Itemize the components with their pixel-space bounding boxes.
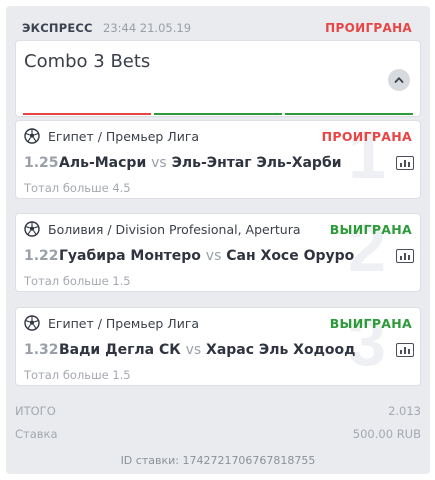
bet-type: ЭКСПРЕСС	[22, 21, 93, 35]
stake-label: Ставка	[15, 427, 58, 441]
leg-status: ВЫИГРАНА	[329, 222, 412, 237]
leg-progress	[23, 113, 413, 116]
stats-icon[interactable]	[396, 249, 414, 263]
stats-icon[interactable]	[396, 343, 414, 357]
collapse-button[interactable]	[388, 69, 410, 91]
market-name: Тотал больше 1.5	[24, 368, 131, 382]
stake-value: 500.00 RUB	[352, 427, 421, 441]
league-name: Египет / Премьер Лига	[48, 316, 200, 331]
leg-odds: 1.32	[24, 342, 59, 358]
vs-label: vs	[205, 248, 222, 264]
match-teams: Вади Дегла СК vs Харас Эль Ходоод	[59, 342, 355, 358]
bet-leg: 3 Египет / Премьер Лига ВЫИГРАНА 1.32 Ва…	[15, 307, 421, 386]
total-label: ИТОГО	[15, 404, 56, 418]
soccer-ball-icon	[24, 315, 40, 331]
bet-leg: 2 Боливия / Division Profesional, Apertu…	[15, 213, 421, 292]
bet-id: ID ставки: 1742721706767818755	[120, 454, 316, 467]
bet-result-badge: ПРОИГРАНА	[325, 21, 412, 35]
leg-status: ВЫИГРАНА	[329, 316, 412, 331]
soccer-ball-icon	[24, 221, 40, 237]
leg-segment-1	[23, 113, 151, 115]
leg-status: ПРОИГРАНА	[321, 129, 412, 144]
total-odds-value: 2.013	[388, 404, 421, 418]
market-name: Тотал больше 4.5	[24, 181, 131, 195]
match-teams: Аль-Масри vs Эль-Энтаг Эль-Харби	[59, 155, 342, 171]
league-name: Боливия / Division Profesional, Apertura	[48, 222, 301, 237]
match-teams: Гуабира Монтеро vs Сан Хосе Оруро	[59, 248, 354, 264]
leg-odds: 1.25	[24, 155, 59, 171]
leg-segment-3	[285, 113, 413, 115]
away-team: Сан Хосе Оруро	[226, 248, 355, 264]
away-team: Харас Эль Ходоод	[206, 342, 356, 358]
leg-segment-2	[154, 113, 282, 115]
combo-panel: Combo 3 Bets	[15, 40, 421, 117]
market-name: Тотал больше 1.5	[24, 274, 131, 288]
vs-label: vs	[151, 155, 167, 171]
express-bet-card: ЭКСПРЕСС 23:44 21.05.19 ПРОИГРАНА Combo …	[6, 6, 430, 474]
bet-header: ЭКСПРЕСС 23:44 21.05.19 ПРОИГРАНА	[22, 16, 412, 38]
total-odds-row: ИТОГО 2.013	[15, 404, 421, 418]
home-team: Гуабира Монтеро	[59, 248, 201, 264]
stats-icon[interactable]	[396, 156, 414, 170]
vs-label: vs	[185, 342, 202, 358]
chevron-up-icon	[394, 77, 404, 83]
home-team: Аль-Масри	[59, 155, 147, 171]
soccer-ball-icon	[24, 128, 40, 144]
home-team: Вади Дегла СК	[59, 342, 181, 358]
leg-odds: 1.22	[24, 248, 59, 264]
bet-datetime: 23:44 21.05.19	[103, 21, 192, 35]
stake-row: Ставка 500.00 RUB	[15, 427, 421, 441]
bet-leg: 1 Египет / Премьер Лига ПРОИГРАНА 1.25 А…	[15, 120, 421, 199]
league-name: Египет / Премьер Лига	[48, 129, 200, 144]
combo-title: Combo 3 Bets	[24, 51, 151, 72]
away-team: Эль-Энтаг Эль-Харби	[171, 155, 342, 171]
